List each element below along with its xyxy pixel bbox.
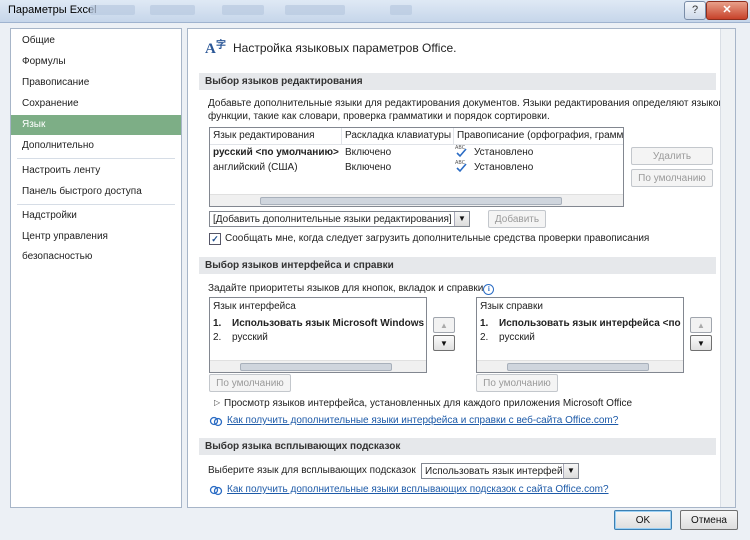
- language-settings-panel: A 字 Настройка языковых параметров Office…: [187, 28, 736, 508]
- options-nav: Общие Формулы Правописание Сохранение Яз…: [10, 28, 182, 508]
- ui-language-description: Задайте приоритеты языков для кнопок, вк…: [208, 283, 495, 295]
- tooltip-section-header: Выбор языка всплывающих подсказок: [199, 438, 716, 455]
- tooltip-language-combo[interactable]: Использовать язык интерфейса ▼: [421, 463, 579, 479]
- list-item-number: 2.: [480, 332, 489, 343]
- notify-proofing-checkbox[interactable]: ✓: [209, 233, 221, 245]
- nav-item-save[interactable]: Сохранение: [11, 94, 181, 114]
- ribbon-tab-ghost: [285, 5, 345, 15]
- help-list-header: Язык справки: [480, 301, 543, 312]
- nav-item-addins[interactable]: Надстройки: [11, 206, 181, 226]
- expand-arrow-icon[interactable]: ▷: [214, 398, 220, 407]
- column-header[interactable]: Правописание (орфография, граммат: [454, 128, 623, 144]
- nav-item-language[interactable]: Язык: [11, 115, 181, 135]
- notify-proofing-label: Сообщать мне, когда следует загрузить до…: [225, 233, 650, 244]
- move-down-button[interactable]: ▼: [433, 335, 455, 351]
- nav-item-general[interactable]: Общие: [11, 31, 181, 51]
- tooltip-combo-value: Использовать язык интерфейса: [425, 466, 574, 477]
- window-title: Параметры Excel: [8, 4, 97, 16]
- chevron-down-icon: ▼: [440, 339, 448, 348]
- interface-language-list[interactable]: Язык интерфейса 1. Использовать язык Mic…: [209, 297, 427, 373]
- tooltip-language-label: Выберите язык для всплывающих подсказок: [208, 465, 416, 476]
- row-language: английский (США): [213, 162, 298, 173]
- editing-languages-table[interactable]: Язык редактирования Раскладка клавиатуры…: [209, 127, 624, 207]
- ribbon-tab-ghost: [222, 5, 264, 15]
- row-proofing: Установлено: [474, 162, 534, 173]
- title-bar: Параметры Excel ? ✕: [0, 0, 750, 23]
- ribbon-tab-ghost: [150, 5, 195, 15]
- view-installed-languages[interactable]: Просмотр языков интерфейса, установленны…: [224, 398, 632, 409]
- nav-divider: [17, 204, 175, 205]
- language-icon: A 字: [204, 37, 228, 59]
- row-keyboard: Включено: [345, 162, 392, 173]
- chevron-down-icon[interactable]: ▼: [454, 212, 469, 226]
- add-language-combo-value: [Добавить дополнительные языки редактиро…: [213, 214, 452, 225]
- help-button[interactable]: ?: [684, 1, 706, 20]
- nav-divider: [17, 158, 175, 159]
- scrollbar-thumb[interactable]: [260, 197, 562, 205]
- close-button[interactable]: ✕: [706, 1, 748, 20]
- horizontal-scrollbar[interactable]: [210, 194, 623, 206]
- interface-list-header: Язык интерфейса: [213, 301, 296, 312]
- svg-text:字: 字: [216, 38, 226, 51]
- cancel-button[interactable]: Отмена: [680, 510, 738, 530]
- nav-item-customize-ribbon[interactable]: Настроить ленту: [11, 161, 181, 181]
- web-link-icon: [209, 485, 223, 496]
- nav-item-formulas[interactable]: Формулы: [11, 52, 181, 72]
- editing-description-line2: функции, такие как словари, проверка гра…: [208, 111, 550, 122]
- scrollbar-thumb[interactable]: [507, 363, 649, 371]
- remove-language-button[interactable]: Удалить: [631, 147, 713, 165]
- page-title: Настройка языковых параметров Office.: [233, 41, 457, 55]
- info-icon[interactable]: i: [483, 284, 495, 295]
- set-default-language-button[interactable]: По умолчанию: [631, 169, 713, 187]
- row-proofing: Установлено: [474, 147, 534, 158]
- horizontal-scrollbar[interactable]: [210, 360, 426, 372]
- more-ui-languages-link[interactable]: Как получить дополнительные языки интерф…: [227, 415, 618, 426]
- horizontal-scrollbar[interactable]: [477, 360, 683, 372]
- ui-language-section-header: Выбор языков интерфейса и справки: [199, 257, 716, 274]
- column-header[interactable]: Язык редактирования: [210, 128, 342, 144]
- list-item-number: 2.: [213, 332, 222, 343]
- help-language-list[interactable]: Язык справки 1. Использовать язык интерф…: [476, 297, 684, 373]
- row-language: русский <по умолчанию>: [213, 147, 339, 158]
- editing-section-header: Выбор языков редактирования: [199, 73, 716, 90]
- scrollbar-thumb[interactable]: [240, 363, 392, 371]
- spellcheck-icon: ABC: [455, 159, 467, 173]
- chevron-up-icon: ▲: [697, 321, 705, 330]
- add-language-combo[interactable]: [Добавить дополнительные языки редактиро…: [209, 211, 470, 227]
- more-tooltip-languages-link[interactable]: Как получить дополнительные языки всплыв…: [227, 484, 609, 495]
- list-item-label: Использовать язык Microsoft Windows <по: [232, 318, 424, 329]
- help-move-up-button[interactable]: ▲: [690, 317, 712, 333]
- nav-item-quick-access[interactable]: Панель быстрого доступа: [11, 182, 181, 202]
- list-item-label: русский: [232, 332, 268, 343]
- chevron-up-icon: ▲: [440, 321, 448, 330]
- interface-default-button[interactable]: По умолчанию: [209, 374, 291, 392]
- close-icon: ✕: [722, 4, 732, 16]
- list-item-number: 1.: [213, 318, 222, 329]
- help-default-button[interactable]: По умолчанию: [476, 374, 558, 392]
- nav-item-proofing[interactable]: Правописание: [11, 73, 181, 93]
- move-up-button[interactable]: ▲: [433, 317, 455, 333]
- column-header[interactable]: Раскладка клавиатуры: [342, 128, 454, 144]
- table-header: Язык редактирования Раскладка клавиатуры…: [210, 128, 623, 145]
- row-keyboard: Включено: [345, 147, 392, 158]
- list-item-label: русский: [499, 332, 535, 343]
- help-move-down-button[interactable]: ▼: [690, 335, 712, 351]
- ok-button[interactable]: OK: [614, 510, 672, 530]
- chevron-down-icon: ▼: [697, 339, 705, 348]
- svg-text:A: A: [205, 41, 216, 57]
- editing-description-line1: Добавьте дополнительные языки для редакт…: [208, 98, 735, 110]
- nav-item-advanced[interactable]: Дополнительно: [11, 136, 181, 156]
- nav-item-trust-center[interactable]: Центр управления безопасностью: [11, 227, 181, 262]
- vertical-scrollbar[interactable]: [720, 29, 735, 507]
- spellcheck-icon: ABC: [455, 144, 467, 158]
- ribbon-tab-ghost: [390, 5, 412, 15]
- ribbon-tab-ghost: [90, 5, 135, 15]
- web-link-icon: [209, 416, 223, 427]
- chevron-down-icon[interactable]: ▼: [563, 464, 578, 478]
- add-language-button[interactable]: Добавить: [488, 210, 546, 228]
- list-item-number: 1.: [480, 318, 489, 329]
- list-item-label: Использовать язык интерфейса <по ум: [499, 318, 681, 329]
